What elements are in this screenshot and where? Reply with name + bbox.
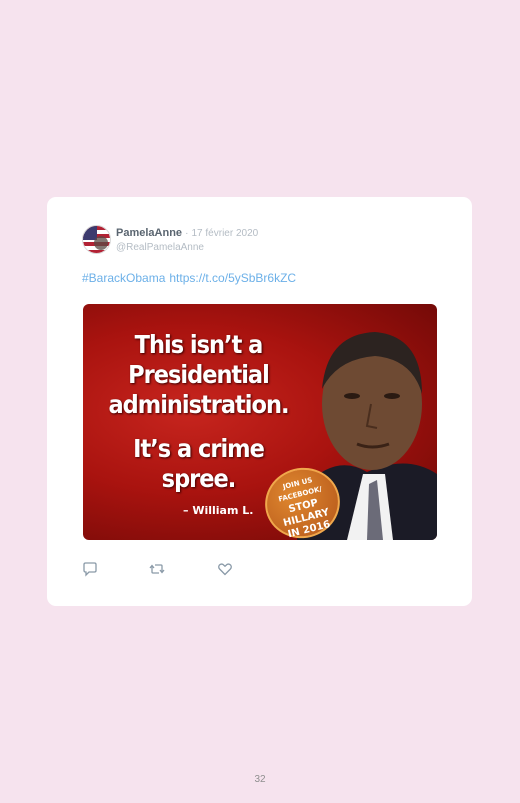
display-name[interactable]: PamelaAnne xyxy=(116,227,182,239)
quote-line: administration. xyxy=(108,390,289,419)
tweet-card: PamelaAnne · 17 février 2020 @RealPamela… xyxy=(47,197,472,606)
author-block: PamelaAnne · 17 février 2020 @RealPamela… xyxy=(116,226,258,254)
heart-icon xyxy=(218,563,232,576)
tweet-text: #BarackObama https://t.co/5ySbBr6kZC xyxy=(82,271,300,285)
page-number: 32 xyxy=(254,774,266,785)
quote-author: – William L. xyxy=(183,504,254,517)
url-link[interactable]: https://t.co/5ySbBr6kZC xyxy=(169,271,296,285)
quote-line: Presidential xyxy=(128,360,270,389)
flag-avatar-icon xyxy=(83,226,110,253)
tweet-actions xyxy=(82,561,262,577)
quote-line: It’s a crime xyxy=(133,434,265,463)
avatar[interactable] xyxy=(82,225,111,254)
image-quote: This isn’t a Presidential administration… xyxy=(91,330,306,494)
tweet-header: PamelaAnne · 17 février 2020 @RealPamela… xyxy=(82,224,442,254)
retweet-button[interactable] xyxy=(149,561,165,577)
tweet-image[interactable]: This isn’t a Presidential administration… xyxy=(83,304,437,540)
reply-icon xyxy=(83,562,97,577)
quote-line: This isn’t a xyxy=(134,330,264,359)
reply-button[interactable] xyxy=(82,561,98,577)
tweet-date[interactable]: 17 février 2020 xyxy=(192,228,259,239)
retweet-icon xyxy=(149,564,165,574)
user-handle[interactable]: @RealPamelaAnne xyxy=(116,241,258,254)
separator: · xyxy=(185,228,189,239)
like-button[interactable] xyxy=(217,561,233,577)
hashtag-link[interactable]: #BarackObama xyxy=(82,271,165,285)
